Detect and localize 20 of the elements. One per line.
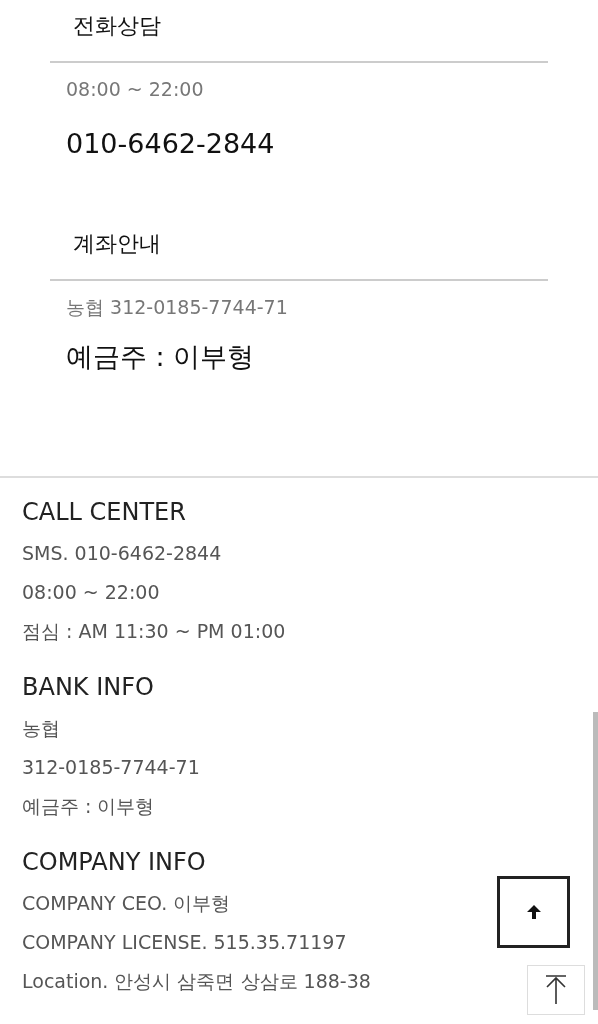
- section-detail: 08:00 ~ 22:00: [65, 77, 205, 102]
- section-main-text: 예금주 : 이부형: [65, 340, 256, 374]
- scroll-top-button[interactable]: [497, 876, 570, 948]
- section-detail: 농협 312-0185-7744-71: [65, 295, 289, 320]
- footer-heading: COMPANY INFO: [22, 847, 206, 878]
- footer-heading: CALL CENTER: [22, 497, 186, 528]
- footer-line: 312-0185-7744-71: [22, 755, 200, 780]
- footer-line: 예금주 : 이부형: [22, 794, 155, 819]
- footer-line: 농협: [22, 716, 60, 741]
- section-title: 계좌안내: [72, 230, 162, 258]
- footer-line: COMPANY LICENSE. 515.35.71197: [22, 930, 347, 955]
- footer-line: Location. 안성시 삼죽면 상삼로 188-38: [22, 969, 371, 994]
- footer-line: 08:00 ~ 22:00: [22, 580, 160, 605]
- arrow-up-icon: [544, 974, 568, 1006]
- section-main-text: 010-6462-2844: [65, 127, 276, 161]
- footer-line: 점심 : AM 11:30 ~ PM 01:00: [22, 619, 286, 644]
- footer-line: COMPANY CEO. 이부형: [22, 891, 231, 916]
- footer-heading: BANK INFO: [22, 672, 154, 703]
- section-title: 전화상담: [72, 12, 162, 40]
- footer-line: SMS. 010-6462-2844: [22, 541, 222, 566]
